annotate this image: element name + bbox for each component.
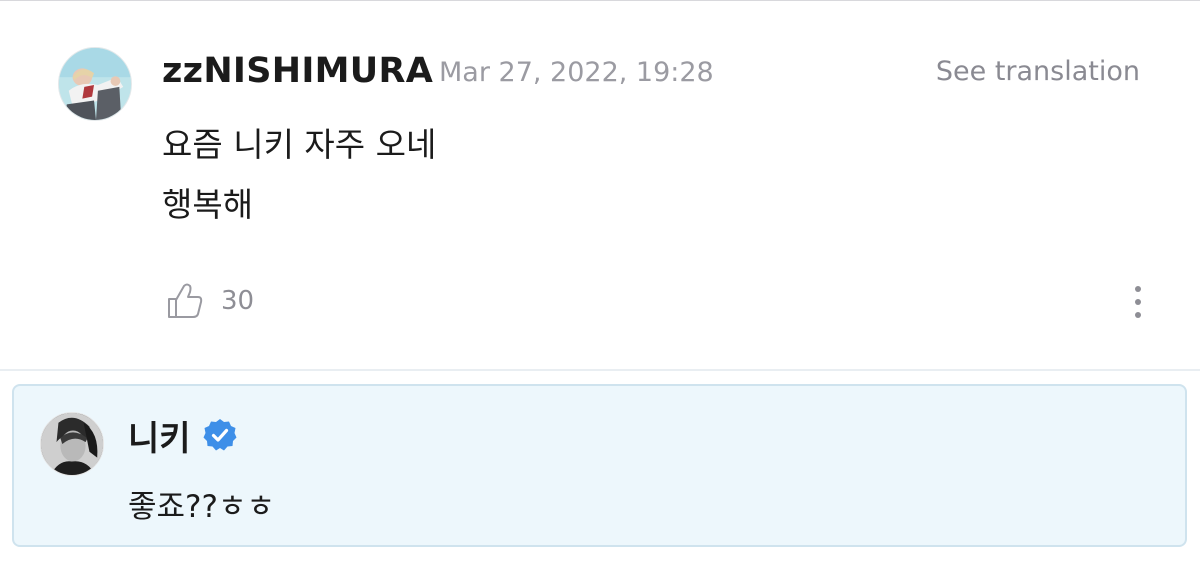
more-options-button[interactable]: [1126, 283, 1150, 323]
artist-avatar-photo: [41, 413, 103, 475]
artist-name[interactable]: 니키: [128, 411, 191, 460]
user-avatar-photo: [59, 48, 131, 120]
artist-name-row: 니키: [128, 411, 237, 460]
verified-badge-icon: [203, 419, 237, 451]
user-avatar[interactable]: [58, 47, 132, 121]
artist-avatar[interactable]: [40, 412, 104, 476]
thread-divider: [0, 369, 1200, 371]
comment-body-line: 행복해: [162, 185, 254, 224]
comment-body-line: 요즘 니키 자주 오네: [162, 125, 437, 164]
vertical-ellipsis-icon: [1135, 286, 1141, 318]
like-button[interactable]: 30: [165, 281, 254, 321]
see-translation-link[interactable]: See translation: [936, 56, 1140, 87]
thumbs-up-icon: [168, 283, 203, 318]
comment-username[interactable]: zzNISHIMURA: [162, 51, 433, 91]
comment-item: zzNISHIMURA Mar 27, 2022, 19:28 See tran…: [0, 1, 1200, 369]
artist-reply-text: 좋죠??ㅎㅎ: [128, 489, 275, 525]
like-count: 30: [221, 286, 255, 316]
comment-thread: zzNISHIMURA Mar 27, 2022, 19:28 See tran…: [0, 0, 1200, 583]
comment-timestamp: Mar 27, 2022, 19:28: [439, 57, 714, 88]
